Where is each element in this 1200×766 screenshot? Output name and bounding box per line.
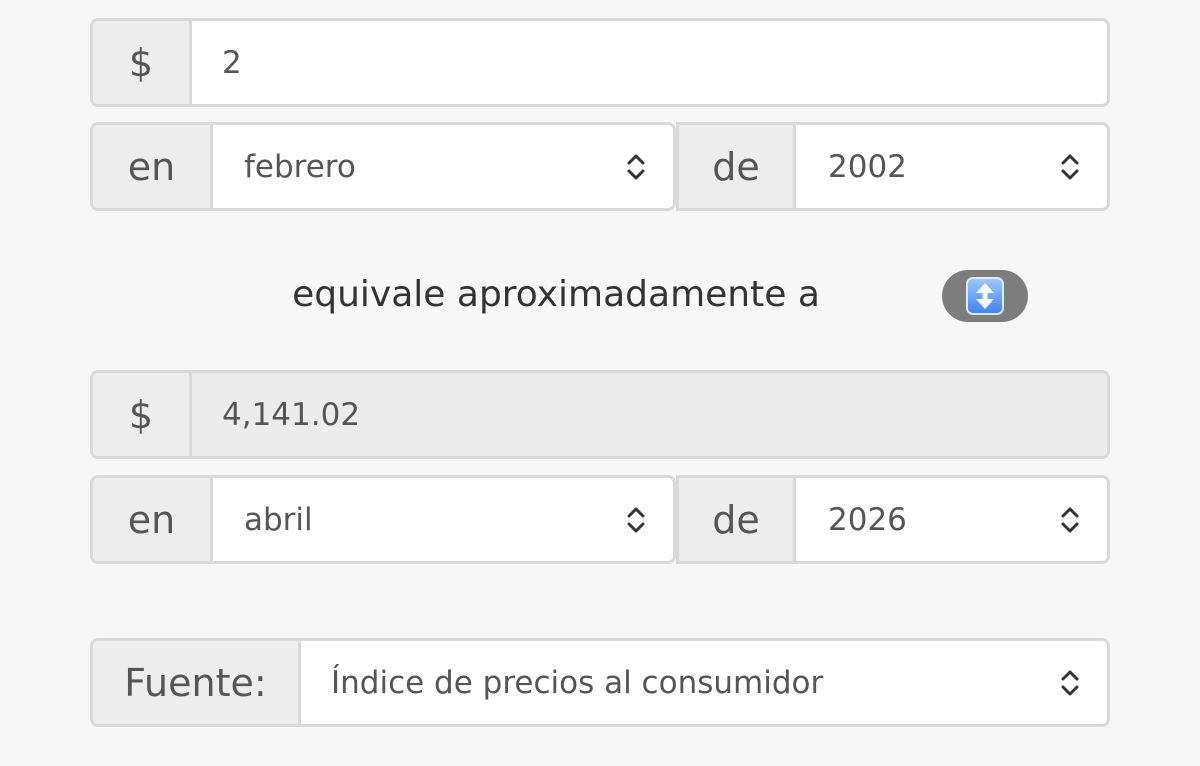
source-index-value: Índice de precios al consumidor <box>331 664 824 701</box>
currency-addon: $ <box>93 21 192 104</box>
currency-addon: $ <box>93 373 192 456</box>
target-month-group: en abril <box>90 475 676 564</box>
source-month-value: febrero <box>244 148 356 185</box>
de-label: de <box>676 125 796 208</box>
source-year-value: 2002 <box>828 148 907 185</box>
source-year-select[interactable]: 2002 <box>796 125 1107 208</box>
target-year-group: de 2026 <box>676 475 1110 564</box>
source-year-group: de 2002 <box>676 122 1110 211</box>
target-date-row: en abril de 2026 <box>90 475 1110 564</box>
select-arrows-icon <box>1061 507 1079 532</box>
select-arrows-icon <box>1061 670 1079 695</box>
en-label: en <box>93 125 213 208</box>
select-arrows-icon <box>627 507 645 532</box>
target-year-select[interactable]: 2026 <box>796 478 1107 561</box>
target-month-value: abril <box>244 501 313 538</box>
source-date-row: en febrero de 2002 <box>90 122 1110 211</box>
up-down-arrow-icon <box>966 277 1004 315</box>
source-index-select[interactable]: Índice de precios al consumidor <box>301 641 1107 724</box>
result-amount-group: $ 4,141.02 <box>90 370 1110 459</box>
amount-input[interactable]: 2 <box>192 21 1107 104</box>
source-selector-row: Fuente: Índice de precios al consumidor <box>90 638 1110 727</box>
swap-button[interactable] <box>942 270 1028 322</box>
source-selector-group: Fuente: Índice de precios al consumidor <box>90 638 1110 727</box>
select-arrows-icon <box>627 154 645 179</box>
result-amount-output: 4,141.02 <box>192 373 1107 456</box>
select-arrows-icon <box>1061 154 1079 179</box>
de-label: de <box>676 478 796 561</box>
en-label: en <box>93 478 213 561</box>
source-month-select[interactable]: febrero <box>213 125 673 208</box>
result-amount-row: $ 4,141.02 <box>90 370 1110 459</box>
target-year-value: 2026 <box>828 501 907 538</box>
source-amount-group: $ 2 <box>90 18 1110 107</box>
target-month-select[interactable]: abril <box>213 478 673 561</box>
fuente-label: Fuente: <box>93 641 301 724</box>
source-amount-row: $ 2 <box>90 18 1110 107</box>
source-month-group: en febrero <box>90 122 676 211</box>
